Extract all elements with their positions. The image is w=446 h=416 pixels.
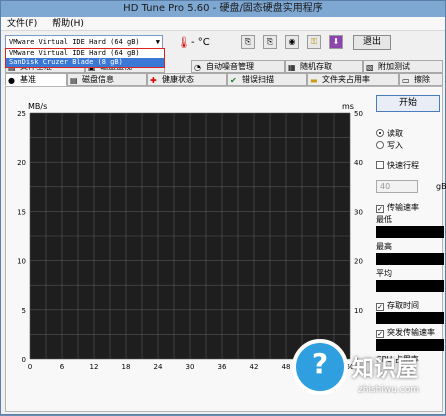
write-option[interactable]: 写入 [376, 141, 403, 151]
tab-row-2: ● 基准 ▤ 磁盘信息 ✚ 健康状态 ✔ 错误扫描 ▬ 文件夹占用率 ▭ 擦除 [5, 73, 443, 86]
min-value-box [376, 226, 444, 238]
quick-test-option[interactable]: 快速行程 [376, 161, 419, 171]
erase-icon: ▭ [402, 76, 410, 85]
y-tick-label-right: 50 [354, 110, 363, 118]
copy-icon[interactable]: ⎘ [263, 35, 277, 49]
folder-icon: ▬ [310, 76, 318, 85]
download-icon[interactable]: ⬇ [329, 35, 343, 49]
tab-extra-tests[interactable]: ▧ 附加测试 [363, 60, 443, 73]
min-label: 最低 [376, 215, 392, 224]
y-tick-label-right: 10 [354, 307, 363, 315]
x-tick-label: 0 [28, 363, 32, 371]
window-title: HD Tune Pro 5.60 - 硬盘/固态硬盘实用程序 [1, 1, 445, 17]
burst-rate-checkbox[interactable]: ✓ [376, 330, 384, 338]
tab-folder-usage[interactable]: ▬ 文件夹占用率 [307, 73, 399, 86]
drive-option-highlighted[interactable]: SanDisk Cruzer Blade (8 gB) [6, 58, 164, 67]
tab-noise-management[interactable]: ◔ 自动噪音管理 [191, 60, 285, 73]
watermark-text: 知识屋 [352, 357, 419, 382]
access-time-checkbox[interactable]: ✓ [376, 303, 384, 311]
tab-benchmark[interactable]: ● 基准 [5, 73, 67, 86]
unit-label: gB [436, 182, 446, 191]
read-radio[interactable] [376, 129, 384, 137]
tab-health[interactable]: ✚ 健康状态 [147, 73, 227, 86]
avg-value-box [376, 280, 444, 292]
y-tick-label-left: 0 [22, 356, 26, 364]
burst-rate-option[interactable]: ✓ 突发传输速率 [376, 328, 435, 338]
app-window: HD Tune Pro 5.60 - 硬盘/固态硬盘实用程序 文件(F) 帮助(… [0, 0, 446, 415]
x-tick-label: 18 [122, 363, 131, 371]
key-icon[interactable]: ⚿ [307, 35, 321, 49]
access-time-option[interactable]: ✓ 存取时间 [376, 301, 419, 311]
y-tick-label-left: 5 [22, 307, 26, 315]
temperature-value: - °C [191, 37, 210, 48]
max-label: 最高 [376, 242, 392, 251]
x-tick-label: 12 [90, 363, 99, 371]
drive-dropdown-list: VMware Virtual IDE Hard (64 gB) SanDisk … [5, 48, 165, 68]
menu-bar: 文件(F) 帮助(H) [1, 17, 445, 31]
exit-button[interactable]: 退出 [353, 35, 391, 50]
transfer-rate-checkbox[interactable]: ✓ [376, 205, 384, 213]
watermark-logo-icon: ? [292, 339, 348, 395]
benchmark-icon: ● [8, 76, 15, 85]
y-tick-label-left: 10 [17, 258, 26, 266]
info-icon: ▤ [70, 76, 78, 85]
avg-label: 平均 [376, 269, 392, 278]
health-icon: ✚ [150, 76, 157, 85]
y-tick-label-left: 20 [17, 159, 26, 167]
x-tick-label: 24 [154, 363, 163, 371]
x-tick-label: 36 [218, 363, 227, 371]
start-button[interactable]: 开始 [376, 95, 440, 112]
transfer-rate-option[interactable]: ✓ 传输速率 [376, 203, 419, 213]
y-tick-label-left: 25 [17, 110, 26, 118]
y-tick-label-right: 30 [354, 208, 363, 216]
y-tick-label-left: 15 [17, 208, 26, 216]
write-radio[interactable] [376, 141, 384, 149]
extra-icon: ▧ [366, 63, 374, 72]
camera-icon[interactable]: ◉ [285, 35, 299, 49]
thermometer-icon: 🌡 [177, 36, 191, 49]
y-tick-label-right: 40 [354, 159, 363, 167]
tab-erase[interactable]: ▭ 擦除 [399, 73, 443, 86]
read-option[interactable]: 读取 [376, 129, 403, 139]
tab-disk-info[interactable]: ▤ 磁盘信息 [67, 73, 147, 86]
quick-test-checkbox[interactable] [376, 161, 384, 169]
watermark: ? 知识屋 zhishiwu.com [286, 339, 446, 416]
scan-icon: ✔ [230, 76, 237, 85]
random-icon: ▦ [288, 63, 296, 72]
drive-select-value: VMware Virtual IDE Hard (64 gB) [9, 38, 140, 46]
x-tick-label: 6 [60, 363, 65, 371]
menu-help[interactable]: 帮助(H) [46, 17, 90, 31]
menu-file[interactable]: 文件(F) [1, 17, 43, 31]
access-time-value-box [376, 312, 444, 324]
x-tick-label: 42 [250, 363, 259, 371]
x-tick-label: 30 [186, 363, 195, 371]
y-tick-label-right: 20 [354, 258, 363, 266]
speaker-icon: ◔ [194, 63, 201, 72]
quick-test-spinbox[interactable]: 40 [376, 180, 418, 193]
drive-option[interactable]: VMware Virtual IDE Hard (64 gB) [6, 49, 164, 58]
tab-random-access[interactable]: ▦ 随机存取 [285, 60, 363, 73]
tab-error-scan[interactable]: ✔ 错误扫描 [227, 73, 307, 86]
watermark-url: zhishiwu.com [358, 385, 419, 395]
max-value-box [376, 253, 444, 265]
copy-icon[interactable]: ⎘ [241, 35, 255, 49]
